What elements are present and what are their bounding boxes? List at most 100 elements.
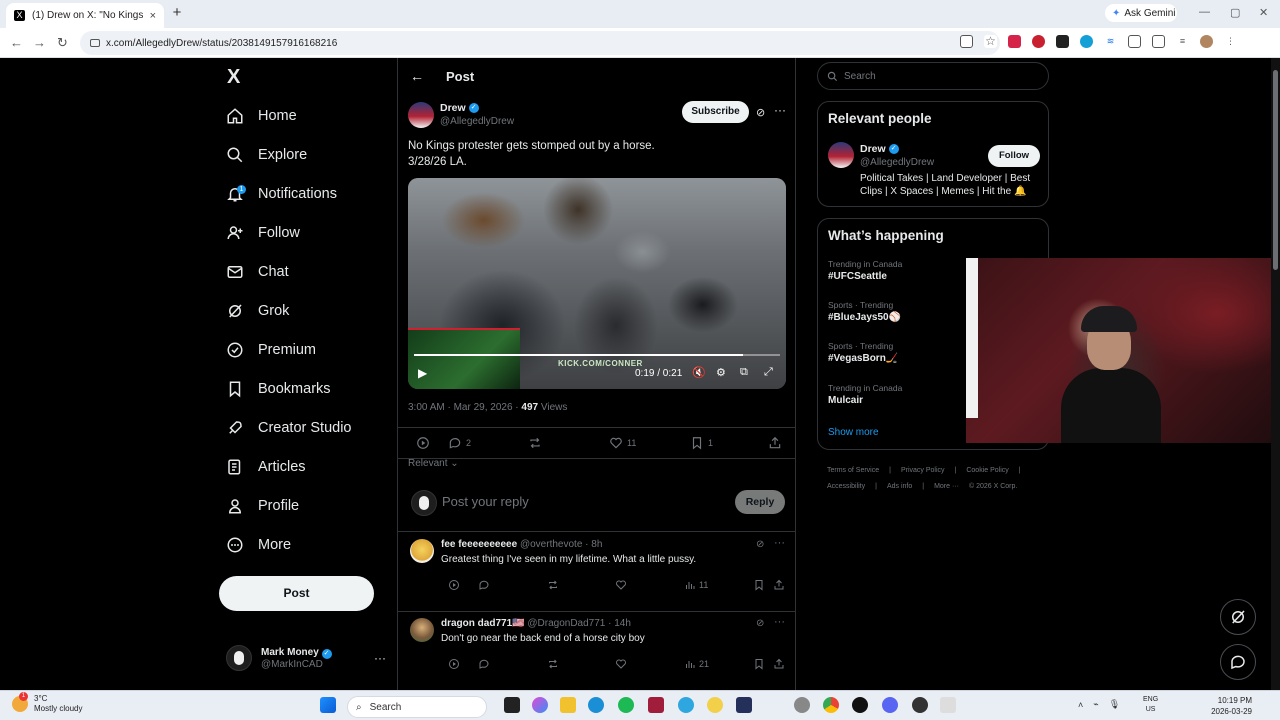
extensions-puzzle-icon[interactable] bbox=[1128, 35, 1141, 48]
tray-mic-icon[interactable]: 🎙 bbox=[1109, 699, 1120, 710]
chat-floating-button[interactable] bbox=[1220, 644, 1256, 680]
maximize-icon[interactable]: ▢ bbox=[1230, 6, 1240, 19]
extension-blue-icon[interactable] bbox=[1080, 35, 1093, 48]
reply-button[interactable]: 2 bbox=[448, 436, 471, 450]
reply-author[interactable]: fee feeeeeeeeee @overthevote · 8h bbox=[441, 539, 602, 550]
nav-chat[interactable]: Chat bbox=[226, 258, 289, 286]
avatar[interactable] bbox=[828, 142, 854, 168]
footer-link[interactable]: More ··· bbox=[934, 483, 959, 490]
trend-item[interactable]: Sports · Trending #BlueJays50⚾ bbox=[828, 300, 901, 323]
taskbar-search[interactable]: ⌕ Search bbox=[347, 696, 487, 718]
fullscreen-icon[interactable]: ⤢ bbox=[764, 366, 773, 379]
reply-more-icon[interactable]: ··· bbox=[774, 537, 785, 549]
language-indicator[interactable]: ENG US bbox=[1143, 695, 1158, 715]
post-more-icon[interactable]: ··· bbox=[774, 103, 786, 117]
reply-grok-button[interactable] bbox=[448, 579, 460, 591]
search-input[interactable]: Search bbox=[817, 62, 1049, 90]
footer-link[interactable]: Cookie Policy bbox=[966, 467, 1008, 474]
grok-explain-icon[interactable]: ⊘ bbox=[756, 539, 764, 550]
back-arrow-icon[interactable]: ← bbox=[10, 35, 23, 50]
post-button[interactable]: Post bbox=[219, 576, 374, 611]
minimize-icon[interactable]: — bbox=[1199, 6, 1210, 18]
reply-like-button[interactable] bbox=[615, 579, 627, 591]
reply-bookmark-button[interactable] bbox=[753, 579, 765, 591]
browser-menu-icon[interactable]: ⋮ bbox=[1224, 35, 1237, 48]
account-more-icon[interactable]: ··· bbox=[374, 651, 386, 665]
extension-red-icon[interactable] bbox=[1008, 35, 1021, 48]
trend-item[interactable]: Trending in Canada Mulcair bbox=[828, 383, 902, 406]
url-field[interactable]: x.com/AllegedlyDrew/status/2038149157916… bbox=[80, 31, 1000, 55]
grok-explain-icon[interactable]: ⊘ bbox=[756, 106, 765, 119]
copilot-icon[interactable] bbox=[532, 697, 548, 713]
footer-link[interactable]: Terms of Service bbox=[827, 467, 879, 474]
obs-icon[interactable] bbox=[912, 697, 928, 713]
grok-floating-button[interactable] bbox=[1220, 599, 1256, 635]
site-info-icon[interactable] bbox=[90, 39, 100, 47]
weather-widget[interactable]: 1 3°C Mostly cloudy bbox=[12, 692, 82, 714]
footer-link[interactable]: Accessibility bbox=[827, 483, 865, 490]
account-switcher[interactable]: Mark Money ✓ @MarkInCAD ··· bbox=[226, 640, 386, 676]
author-name[interactable]: Drew ✓ bbox=[440, 102, 479, 114]
extension-dark-icon[interactable] bbox=[1056, 35, 1069, 48]
scrollbar-thumb[interactable] bbox=[1273, 70, 1278, 270]
nav-follow[interactable]: Follow bbox=[226, 219, 300, 247]
footer-link[interactable]: Privacy Policy bbox=[901, 467, 945, 474]
spotify-icon[interactable] bbox=[618, 697, 634, 713]
repost-button[interactable] bbox=[528, 436, 546, 450]
nav-home[interactable]: Home bbox=[226, 102, 297, 130]
ask-gemini-button[interactable]: ✦ Ask Gemini bbox=[1105, 4, 1177, 22]
nav-creator-studio[interactable]: Creator Studio bbox=[226, 414, 352, 442]
post-timestamp[interactable]: 3:00 AM · Mar 29, 2026 · bbox=[408, 402, 521, 413]
author-avatar[interactable] bbox=[408, 102, 434, 128]
trend-item[interactable]: Sports · Trending #VegasBorn🏒 bbox=[828, 341, 898, 364]
follow-button[interactable]: Follow bbox=[988, 145, 1040, 167]
reply-repost-button[interactable] bbox=[547, 658, 559, 670]
picture-in-picture-icon[interactable]: ⧉ bbox=[740, 366, 748, 379]
bookmark-star-icon[interactable]: ☆ bbox=[984, 35, 997, 48]
reply-item[interactable]: dragon dad771🇺🇸 @DragonDad771 · 14h Don'… bbox=[398, 612, 795, 690]
reply-views-button[interactable]: 11 bbox=[684, 579, 708, 591]
nav-explore[interactable]: Explore bbox=[226, 141, 307, 169]
media-controls-icon[interactable]: ≡ bbox=[1176, 35, 1189, 48]
nav-notifications[interactable]: 1 Notifications bbox=[226, 180, 337, 208]
reply-sort-dropdown[interactable]: Relevant ⌄ bbox=[408, 458, 459, 469]
grok-analyze-button[interactable] bbox=[416, 436, 430, 450]
reply-bookmark-button[interactable] bbox=[753, 658, 765, 670]
reply-avatar[interactable] bbox=[410, 539, 434, 563]
person-name[interactable]: Drew ✓ bbox=[860, 143, 899, 155]
forward-arrow-icon[interactable]: → bbox=[33, 35, 46, 50]
reply-like-button[interactable] bbox=[615, 658, 627, 670]
like-button[interactable]: 11 bbox=[609, 436, 636, 450]
nav-grok[interactable]: Grok bbox=[226, 297, 289, 325]
reply-input[interactable]: Post your reply bbox=[442, 494, 529, 509]
windows-start-icon[interactable] bbox=[320, 697, 336, 713]
reply-author[interactable]: dragon dad771🇺🇸 @DragonDad771 · 14h bbox=[441, 618, 631, 629]
show-more-link[interactable]: Show more bbox=[828, 427, 879, 438]
reply-item[interactable]: fee feeeeeeeeee @overthevote · 8h Greate… bbox=[398, 533, 795, 612]
reply-submit-button[interactable]: Reply bbox=[735, 490, 785, 514]
back-arrow-icon[interactable]: ← bbox=[410, 68, 424, 84]
nav-more[interactable]: More bbox=[226, 531, 291, 559]
reply-avatar[interactable] bbox=[410, 618, 434, 642]
close-tab-icon[interactable]: × bbox=[150, 10, 156, 22]
footer-link[interactable]: Ads info bbox=[887, 483, 912, 490]
nav-bookmarks[interactable]: Bookmarks bbox=[226, 375, 331, 403]
play-icon[interactable]: ▶ bbox=[418, 366, 427, 380]
split-view-icon[interactable] bbox=[1152, 35, 1165, 48]
snipping-tool-icon[interactable] bbox=[940, 697, 956, 713]
new-tab-button[interactable]: + bbox=[170, 5, 184, 21]
reply-repost-button[interactable] bbox=[547, 579, 559, 591]
app-yellow-icon[interactable] bbox=[707, 697, 723, 713]
person-handle[interactable]: @AllegedlyDrew bbox=[860, 157, 934, 168]
video-player[interactable]: KICK.COM/CONNER ▶ 0:19 / 0:21 🔇 ⚙ ⧉ ⤢ bbox=[408, 178, 786, 389]
install-app-icon[interactable] bbox=[960, 35, 973, 48]
reply-reply-button[interactable] bbox=[478, 579, 490, 591]
reply-share-button[interactable] bbox=[773, 579, 785, 591]
extension-wave-icon[interactable]: ≋ bbox=[1104, 35, 1117, 48]
profile-avatar-icon[interactable] bbox=[1200, 35, 1213, 48]
tray-chevron-up-icon[interactable]: ˄ bbox=[1078, 700, 1083, 710]
close-window-icon[interactable]: ✕ bbox=[1259, 6, 1268, 19]
nav-profile[interactable]: Profile bbox=[226, 492, 299, 520]
settings-gear-icon[interactable]: ⚙ bbox=[716, 366, 726, 379]
reply-reply-button[interactable] bbox=[478, 658, 490, 670]
